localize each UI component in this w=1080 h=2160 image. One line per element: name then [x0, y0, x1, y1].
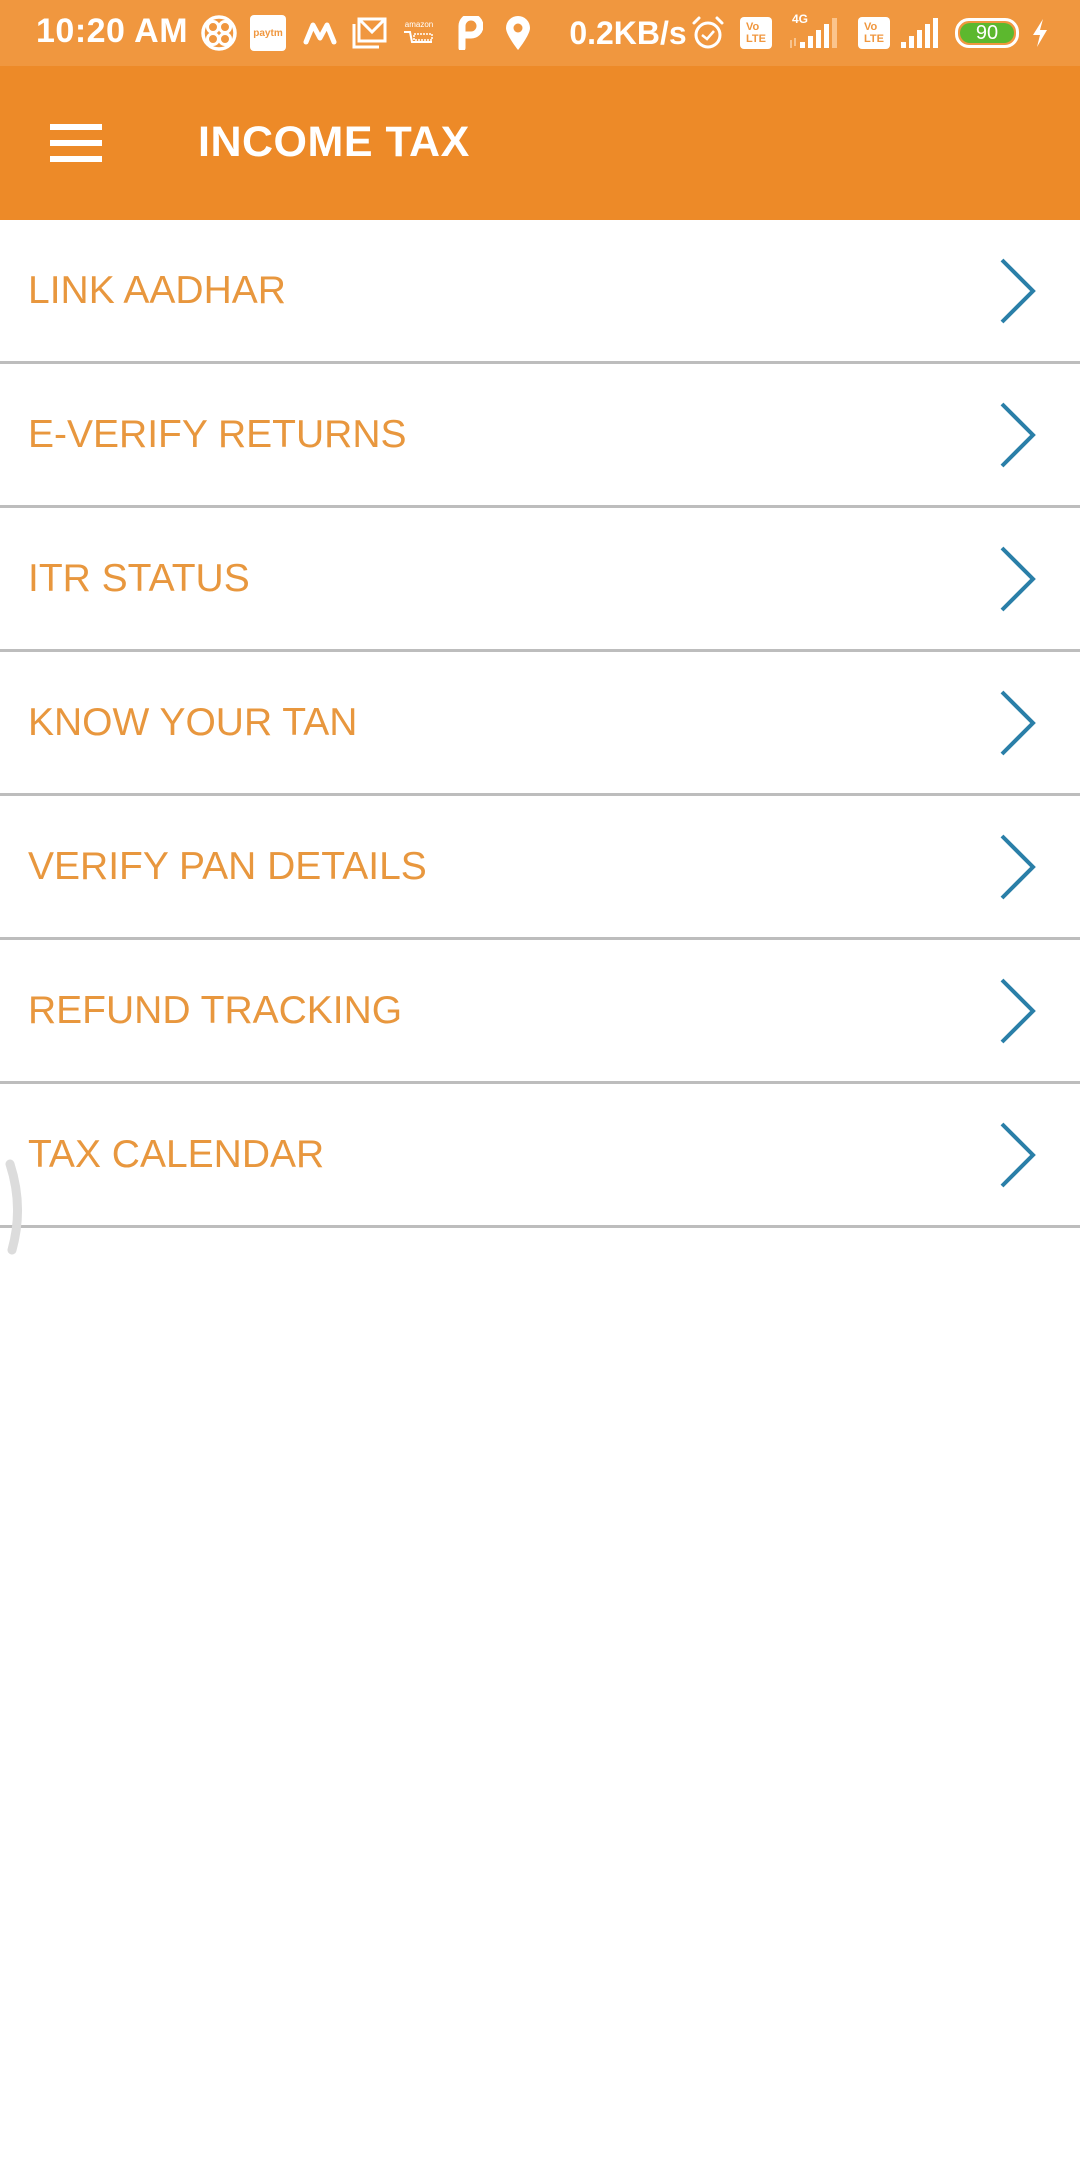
- menu-item-label: LINK AADHAR: [28, 268, 286, 312]
- pinwheel-app-icon: [200, 14, 238, 52]
- volte-label: Vo LTE: [864, 21, 884, 45]
- location-pin-icon: [502, 14, 534, 52]
- chevron-right-icon: [1000, 1122, 1036, 1187]
- paytm-label: paytm: [253, 27, 283, 39]
- app-bar: INCOME TAX: [0, 66, 1080, 220]
- battery-icon: 90: [955, 18, 1019, 48]
- chevron-right-icon: [1000, 402, 1036, 467]
- chevron-right-icon: [1000, 258, 1036, 323]
- alarm-icon: [690, 14, 726, 52]
- volte-badge-sim1: Vo LTE: [740, 17, 772, 49]
- menu-item-itr-status[interactable]: ITR STATUS: [0, 508, 1080, 652]
- menu-item-label: TAX CALENDAR: [28, 1132, 325, 1176]
- menu-item-label: REFUND TRACKING: [28, 988, 403, 1032]
- chevron-right-icon: [1000, 546, 1036, 611]
- chevron-right-icon: [1000, 834, 1036, 899]
- volte-badge-sim2: Vo LTE: [858, 17, 890, 49]
- menu-item-label: ITR STATUS: [28, 556, 250, 600]
- menu-item-verify-pan-details[interactable]: VERIFY PAN DETAILS: [0, 796, 1080, 940]
- menu-item-label: KNOW YOUR TAN: [28, 700, 358, 744]
- battery-level: 90: [960, 22, 1014, 44]
- status-time: 10:20 AM: [36, 12, 189, 50]
- menu-item-refund-tracking[interactable]: REFUND TRACKING: [0, 940, 1080, 1084]
- p-app-icon: [455, 14, 485, 52]
- status-bar: 10:20 AM paytm amazon 0.2KB/s Vo LTE 4G V…: [0, 0, 1080, 66]
- network-speed: 0.2KB/s: [569, 14, 687, 51]
- edge-swipe-indicator: [5, 1159, 22, 1255]
- page-title: INCOME TAX: [198, 118, 470, 166]
- network-type-label: 4G: [792, 12, 809, 26]
- menu-item-e-verify-returns[interactable]: E-VERIFY RETURNS: [0, 364, 1080, 508]
- menu-item-label: E-VERIFY RETURNS: [28, 412, 407, 456]
- signal-sim1-icon: 4G: [788, 12, 840, 52]
- amazon-label: amazon: [404, 20, 434, 29]
- charging-bolt-icon: [1028, 14, 1052, 52]
- volte-label: Vo LTE: [746, 21, 766, 45]
- menu-item-tax-calendar[interactable]: TAX CALENDAR: [0, 1084, 1080, 1228]
- amazon-icon: amazon: [400, 14, 438, 52]
- menu-item-label: VERIFY PAN DETAILS: [28, 844, 427, 888]
- hamburger-menu-icon[interactable]: [50, 124, 102, 162]
- menu-item-link-aadhar[interactable]: LINK AADHAR: [0, 220, 1080, 364]
- paytm-icon: paytm: [250, 15, 286, 51]
- chevron-right-icon: [1000, 978, 1036, 1043]
- menu-item-know-your-tan[interactable]: KNOW YOUR TAN: [0, 652, 1080, 796]
- gmail-icon: [350, 14, 388, 52]
- chevron-right-icon: [1000, 690, 1036, 755]
- signal-sim2-icon: [898, 14, 940, 52]
- income-tax-menu-list: LINK AADHAR E-VERIFY RETURNS ITR STATUS …: [0, 220, 1080, 1228]
- myntra-icon: [302, 14, 338, 52]
